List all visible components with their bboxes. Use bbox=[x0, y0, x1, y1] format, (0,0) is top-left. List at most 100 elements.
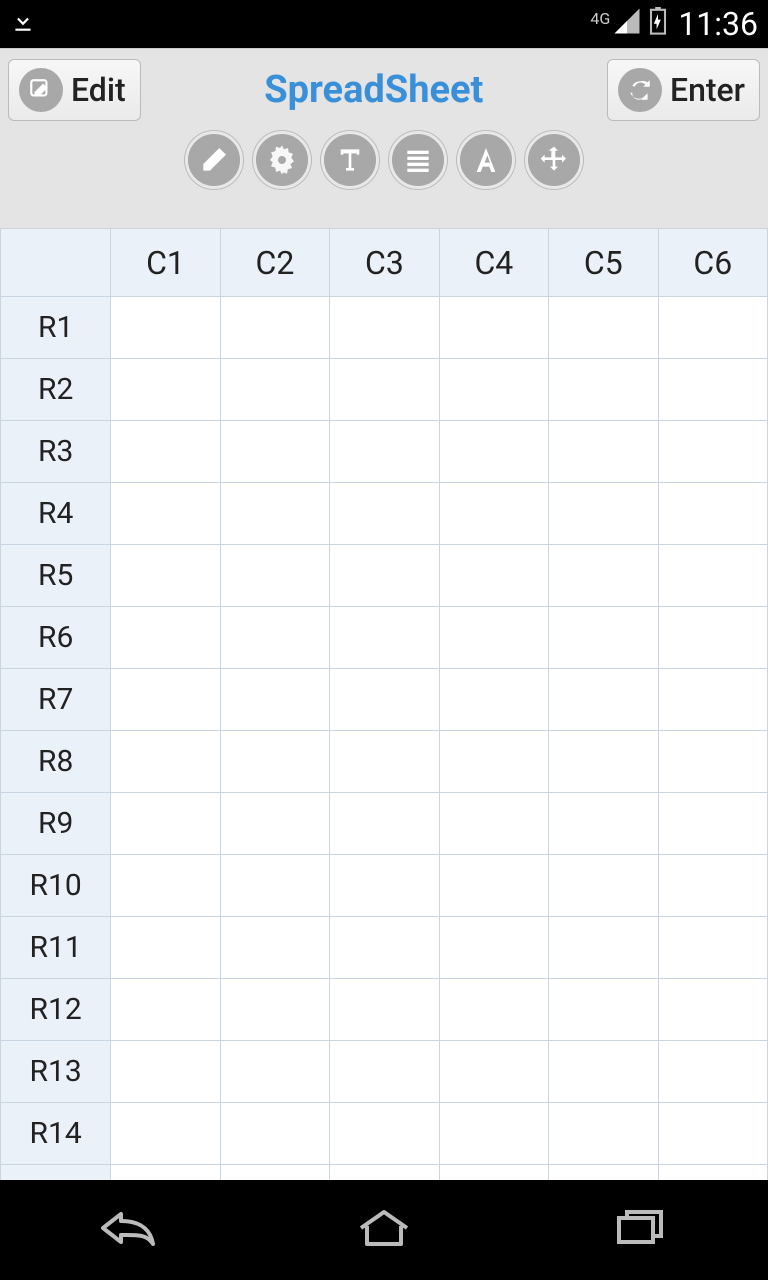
cell[interactable] bbox=[658, 855, 767, 917]
cell[interactable] bbox=[330, 607, 439, 669]
row-header[interactable]: R6 bbox=[1, 607, 111, 669]
cell[interactable] bbox=[658, 297, 767, 359]
cell[interactable] bbox=[658, 979, 767, 1041]
cell[interactable] bbox=[220, 669, 329, 731]
cell[interactable] bbox=[549, 1103, 658, 1165]
cell[interactable] bbox=[330, 669, 439, 731]
cell[interactable] bbox=[220, 297, 329, 359]
row-header[interactable]: R1 bbox=[1, 297, 111, 359]
cell[interactable] bbox=[658, 483, 767, 545]
cell[interactable] bbox=[330, 1041, 439, 1103]
cell[interactable] bbox=[220, 731, 329, 793]
cell[interactable] bbox=[330, 979, 439, 1041]
cell[interactable] bbox=[220, 917, 329, 979]
cell[interactable] bbox=[439, 793, 548, 855]
row-header[interactable]: R11 bbox=[1, 917, 111, 979]
cell[interactable] bbox=[111, 1103, 220, 1165]
cell[interactable] bbox=[658, 421, 767, 483]
cell[interactable] bbox=[220, 545, 329, 607]
cell[interactable] bbox=[111, 979, 220, 1041]
cell[interactable] bbox=[658, 607, 767, 669]
cell[interactable] bbox=[549, 607, 658, 669]
cell[interactable] bbox=[439, 421, 548, 483]
cell[interactable] bbox=[111, 1041, 220, 1103]
cell[interactable] bbox=[439, 669, 548, 731]
back-button[interactable] bbox=[93, 1204, 163, 1256]
cell[interactable] bbox=[111, 1165, 220, 1181]
cell[interactable] bbox=[111, 855, 220, 917]
cell[interactable] bbox=[549, 545, 658, 607]
row-header[interactable]: R2 bbox=[1, 359, 111, 421]
cell[interactable] bbox=[439, 359, 548, 421]
cell[interactable] bbox=[439, 483, 548, 545]
cell[interactable] bbox=[658, 731, 767, 793]
column-header[interactable]: C4 bbox=[439, 229, 548, 297]
cell[interactable] bbox=[220, 979, 329, 1041]
cell[interactable] bbox=[111, 545, 220, 607]
move-icon[interactable] bbox=[525, 131, 583, 189]
cell[interactable] bbox=[330, 1165, 439, 1181]
cell[interactable] bbox=[439, 545, 548, 607]
cell[interactable] bbox=[549, 421, 658, 483]
cell[interactable] bbox=[330, 297, 439, 359]
cell[interactable] bbox=[111, 483, 220, 545]
cell[interactable] bbox=[330, 545, 439, 607]
cell[interactable] bbox=[111, 793, 220, 855]
cell[interactable] bbox=[549, 793, 658, 855]
cell[interactable] bbox=[220, 1103, 329, 1165]
cell[interactable] bbox=[439, 607, 548, 669]
cell[interactable] bbox=[220, 1041, 329, 1103]
column-header[interactable]: C3 bbox=[330, 229, 439, 297]
cell[interactable] bbox=[220, 793, 329, 855]
edit-button[interactable]: Edit bbox=[8, 59, 141, 121]
erase-icon[interactable] bbox=[185, 131, 243, 189]
cell[interactable] bbox=[111, 731, 220, 793]
cell[interactable] bbox=[220, 855, 329, 917]
row-header[interactable]: R4 bbox=[1, 483, 111, 545]
spreadsheet-area[interactable]: C1 C2 C3 C4 C5 C6 R1R2R3R4R5R6R7R8R9R10R… bbox=[0, 228, 768, 1180]
cell[interactable] bbox=[330, 421, 439, 483]
cell[interactable] bbox=[220, 483, 329, 545]
cell[interactable] bbox=[330, 793, 439, 855]
cell[interactable] bbox=[549, 731, 658, 793]
row-header[interactable]: R14 bbox=[1, 1103, 111, 1165]
cell[interactable] bbox=[220, 607, 329, 669]
cell[interactable] bbox=[549, 1041, 658, 1103]
cell[interactable] bbox=[330, 483, 439, 545]
cell[interactable] bbox=[549, 669, 658, 731]
cell[interactable] bbox=[439, 731, 548, 793]
column-header[interactable]: C2 bbox=[220, 229, 329, 297]
cell[interactable] bbox=[220, 1165, 329, 1181]
cell[interactable] bbox=[658, 917, 767, 979]
row-header[interactable]: R8 bbox=[1, 731, 111, 793]
cell[interactable] bbox=[330, 855, 439, 917]
row-header[interactable]: R3 bbox=[1, 421, 111, 483]
cell[interactable] bbox=[439, 1041, 548, 1103]
column-header[interactable]: C5 bbox=[549, 229, 658, 297]
column-header[interactable]: C6 bbox=[658, 229, 767, 297]
lines-icon[interactable] bbox=[389, 131, 447, 189]
row-header[interactable]: R5 bbox=[1, 545, 111, 607]
cell[interactable] bbox=[111, 359, 220, 421]
cell[interactable] bbox=[330, 359, 439, 421]
cell[interactable] bbox=[439, 297, 548, 359]
home-button[interactable] bbox=[349, 1204, 419, 1256]
cell[interactable] bbox=[111, 297, 220, 359]
cell[interactable] bbox=[658, 545, 767, 607]
recent-apps-button[interactable] bbox=[605, 1204, 675, 1256]
settings-icon[interactable] bbox=[253, 131, 311, 189]
cell[interactable] bbox=[549, 297, 658, 359]
cell[interactable] bbox=[111, 421, 220, 483]
spreadsheet-grid[interactable]: C1 C2 C3 C4 C5 C6 R1R2R3R4R5R6R7R8R9R10R… bbox=[0, 228, 768, 1180]
row-header[interactable]: R13 bbox=[1, 1041, 111, 1103]
cell[interactable] bbox=[439, 917, 548, 979]
cell[interactable] bbox=[658, 793, 767, 855]
cell[interactable] bbox=[439, 1165, 548, 1181]
cell[interactable] bbox=[549, 917, 658, 979]
cell[interactable] bbox=[111, 669, 220, 731]
cell[interactable] bbox=[549, 359, 658, 421]
cell[interactable] bbox=[658, 669, 767, 731]
cell[interactable] bbox=[658, 1103, 767, 1165]
row-header[interactable]: R9 bbox=[1, 793, 111, 855]
font-icon[interactable] bbox=[457, 131, 515, 189]
